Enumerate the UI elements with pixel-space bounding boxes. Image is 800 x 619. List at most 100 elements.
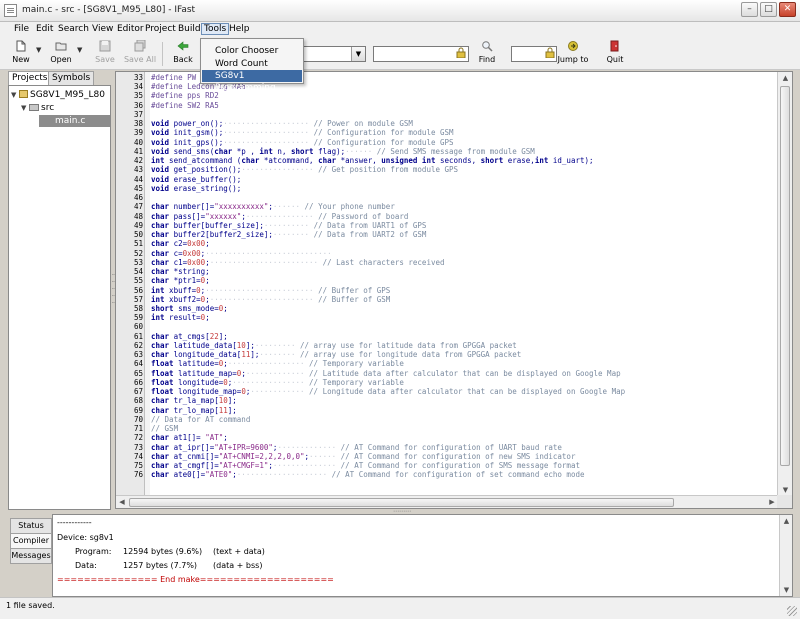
code-line[interactable]: 57 int xbuff2=0;······················· /… — [116, 295, 778, 304]
save-all-button[interactable]: Save All — [123, 40, 157, 68]
menu-search[interactable]: Search — [58, 24, 89, 34]
menu-build[interactable]: Build — [178, 24, 201, 34]
code-line[interactable]: 61 char at_cmgs[22]; — [116, 332, 778, 341]
expand-arrow-icon[interactable]: ▼ — [21, 102, 29, 114]
menu-help[interactable]: Help — [229, 24, 250, 34]
code-line[interactable]: 66 float longitude=0;················ // … — [116, 378, 778, 387]
code-line[interactable]: 55 char *ptr1=0; — [116, 276, 778, 285]
code-line[interactable]: 72 char at1[]= "AT"; — [116, 433, 778, 442]
quit-button[interactable]: Quit — [598, 40, 632, 68]
code-line[interactable]: 67 float longitude_map=0;············ // … — [116, 387, 778, 396]
code-line[interactable]: 65 float latitude_map=0;············· // … — [116, 369, 778, 378]
code-line[interactable]: 38 void power_on();··················· //… — [116, 119, 778, 128]
save-button[interactable]: Save — [88, 40, 122, 68]
code-line[interactable]: 36 #define SW2 RA5 — [116, 101, 778, 110]
code-line[interactable]: 46 — [116, 193, 778, 202]
scroll-left-arrow-icon[interactable]: ◀ — [116, 496, 128, 508]
code-line[interactable]: 37 — [116, 110, 778, 119]
open-button[interactable]: Open — [44, 40, 78, 68]
code-line[interactable]: 56 int xbuff=0;························ /… — [116, 286, 778, 295]
code-line[interactable]: 73 char at_ipr[]="AT+IPR=9600";··········… — [116, 443, 778, 452]
minimize-button[interactable]: – — [741, 2, 758, 17]
code-line[interactable]: 60 — [116, 322, 778, 331]
code-line[interactable]: 48 char pass[]="xxxxxx";··············· /… — [116, 212, 778, 221]
code-text: void erase_string(); — [151, 183, 242, 193]
new-dropdown-arrow-icon[interactable]: ▼ — [36, 46, 41, 54]
expand-arrow-icon[interactable]: ▼ — [11, 89, 19, 101]
menu-item-word-count[interactable]: Word Count — [202, 58, 302, 70]
combo-dropdown-arrow-icon[interactable]: ▼ — [351, 47, 365, 61]
code-line[interactable]: 44 void erase_buffer(); — [116, 175, 778, 184]
new-button[interactable]: New — [4, 40, 38, 68]
scroll-down-arrow-icon[interactable]: ▼ — [780, 584, 792, 596]
code-line[interactable]: 76 char ate0[]="ATE0";···················… — [116, 470, 778, 479]
menu-item-sg8v1-programming[interactable]: SG8v1 Programming — [202, 70, 302, 93]
tab-symbols[interactable]: Symbols — [48, 71, 95, 85]
code-line[interactable]: 39 void init_gsm();··················· //… — [116, 128, 778, 137]
code-line[interactable]: 70 // Data for AT command — [116, 415, 778, 424]
menu-edit[interactable]: Edit — [36, 24, 53, 34]
code-text: float longitude_map=0;············ // Lo… — [151, 387, 626, 397]
tab-projects[interactable]: Projects — [8, 71, 52, 85]
code-line[interactable]: 42 int send_atcommand (char *atcommand, c… — [116, 156, 778, 165]
code-line[interactable]: 45 void erase_string(); — [116, 184, 778, 193]
tab-status[interactable]: Status — [10, 518, 52, 534]
tree-item-project[interactable]: ▼ SG8V1_M95_L80 — [11, 89, 105, 101]
code-line[interactable]: 71 // GSM — [116, 424, 778, 433]
output-program-value: 12594 bytes (9.6%) — [123, 547, 203, 556]
code-line[interactable]: 51 char c2=0x00; — [116, 239, 778, 248]
tab-compiler[interactable]: Compiler — [10, 533, 52, 549]
code-text: void power_on();··················· // P… — [151, 119, 413, 129]
output-end-make: =============== End make================… — [57, 575, 334, 584]
vertical-scroll-thumb[interactable] — [780, 86, 790, 466]
tree-item-file[interactable]: main.c — [39, 115, 110, 127]
line-number: 72 — [133, 433, 143, 443]
code-line[interactable]: 62 char latitude_data[10];········· // ar… — [116, 341, 778, 350]
tab-messages[interactable]: Messages — [10, 548, 52, 564]
code-line[interactable]: 40 void init_gps();··················· //… — [116, 138, 778, 147]
output-vertical-scrollbar[interactable]: ▲ ▼ — [779, 515, 792, 596]
code-line[interactable]: 52 char c=0x00;··························… — [116, 249, 778, 258]
code-line[interactable]: 63 char longitude_data[11];········ // ar… — [116, 350, 778, 359]
code-line[interactable]: 47 char number[]="xxxxxxxxxx";······ // Y… — [116, 202, 778, 211]
menu-file[interactable]: File — [14, 24, 29, 34]
code-line[interactable]: 64 float latitude=0;················· // … — [116, 359, 778, 368]
code-editor[interactable]: 33 #define PW 34 #define Ledconfig RA6 35 #de… — [115, 71, 793, 509]
menu-editor[interactable]: Editor — [117, 24, 144, 34]
horizontal-scrollbar[interactable]: ◀ ▶ — [116, 495, 778, 508]
code-text: char *ptr1=0; — [151, 276, 210, 286]
code-line[interactable]: 58 short sms_mode=0; — [116, 304, 778, 313]
code-line[interactable]: 54 char *string; — [116, 267, 778, 276]
code-line[interactable]: 50 char buffer2[buffer2_size];········ //… — [116, 230, 778, 239]
jump-to-button[interactable]: Jump to — [556, 40, 590, 68]
resize-grip-icon[interactable] — [787, 606, 797, 616]
find-input[interactable] — [373, 46, 469, 62]
open-dropdown-arrow-icon[interactable]: ▼ — [77, 46, 82, 54]
find-button[interactable]: Find — [470, 40, 504, 68]
menu-project[interactable]: Project — [145, 24, 176, 34]
maximize-button[interactable]: □ — [760, 2, 777, 17]
horizontal-scroll-thumb[interactable] — [129, 498, 674, 507]
menu-item-color-chooser[interactable]: Color Chooser — [202, 45, 302, 57]
project-icon — [19, 90, 28, 98]
scroll-up-arrow-icon[interactable]: ▲ — [778, 72, 792, 84]
scroll-up-arrow-icon[interactable]: ▲ — [780, 515, 792, 527]
back-button[interactable]: Back — [166, 40, 200, 68]
code-line[interactable]: 75 char at_cmgf[]="AT+CMGF=1";···········… — [116, 461, 778, 470]
find-label: Find — [478, 55, 496, 64]
code-line[interactable]: 49 char buffer[buffer_size];·········· //… — [116, 221, 778, 230]
code-line[interactable]: 53 char c1=0x00;························ … — [116, 258, 778, 267]
code-line[interactable]: 41 void send_sms(char *p , int n, short f… — [116, 147, 778, 156]
code-line[interactable]: 43 void get_position();················ /… — [116, 165, 778, 174]
code-line[interactable]: 69 char tr_lo_map[11]; — [116, 406, 778, 415]
line-number: 59 — [133, 313, 143, 323]
code-line[interactable]: 68 char tr_la_map[10]; — [116, 396, 778, 405]
tree-item-folder[interactable]: ▼ src — [21, 102, 54, 114]
close-button[interactable]: ✕ — [779, 2, 796, 17]
menu-tools[interactable]: Tools — [201, 23, 230, 35]
code-line[interactable]: 59 int result=0; — [116, 313, 778, 322]
vertical-scrollbar[interactable]: ▲ ▼ — [777, 72, 792, 496]
menu-view[interactable]: View — [92, 24, 113, 34]
code-line[interactable]: 74 char at_cnmi[]="AT+CNMI=2,2,2,0,0";···… — [116, 452, 778, 461]
line-number: 60 — [133, 322, 143, 332]
